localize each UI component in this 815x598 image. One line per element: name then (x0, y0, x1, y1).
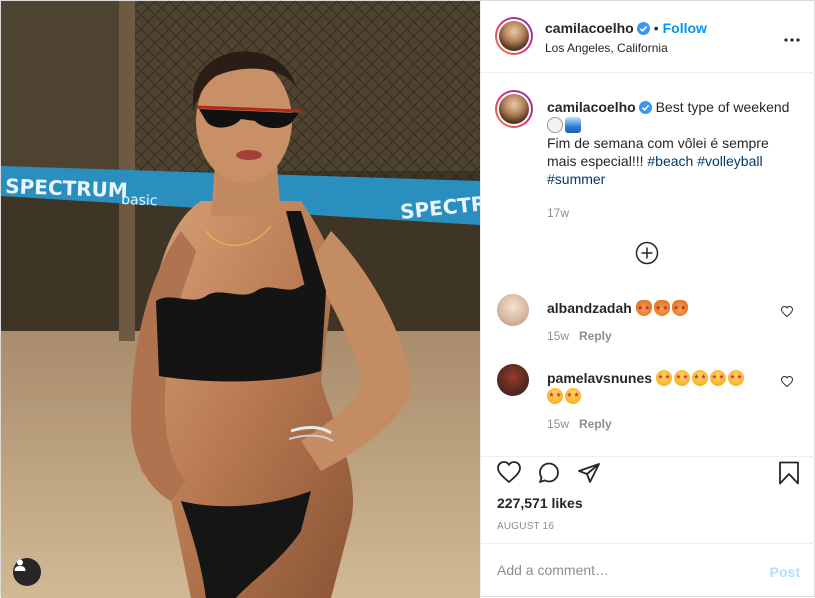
like-button[interactable] (497, 461, 521, 486)
post-details-panel: camilacoelho • Follow Los Angeles, Califor… (480, 1, 815, 598)
tagged-users-button[interactable] (13, 558, 41, 586)
verified-badge-icon (638, 101, 652, 114)
user-icon (14, 559, 26, 571)
commenter-avatar[interactable] (497, 364, 529, 396)
post-photo[interactable]: SPECTRUM basic SPECTRU (1, 1, 480, 598)
bookmark-icon (779, 461, 799, 485)
comment-time[interactable]: 15w (547, 329, 569, 343)
comments-area: camilacoelho Best type of weekend Fim de… (481, 73, 815, 457)
reply-button[interactable]: Reply (579, 329, 612, 343)
more-options-icon (784, 38, 800, 42)
caption-time[interactable]: 17w (547, 204, 797, 222)
hashtag-beach[interactable]: #beach (647, 153, 693, 169)
comment-item: pamelavsnunes 15w Reply (497, 364, 797, 434)
post-location[interactable]: Los Angeles, California (545, 41, 668, 55)
fox-star-eyes-emoji-icon (635, 300, 652, 316)
comment-button[interactable] (537, 461, 561, 488)
author-avatar[interactable] (495, 17, 533, 55)
star-struck-emoji-icon (673, 370, 690, 386)
photo-illustration: SPECTRUM basic SPECTRU (1, 1, 480, 598)
hashtag-summer[interactable]: #summer (547, 171, 605, 187)
star-struck-emoji-icon (547, 388, 563, 404)
star-struck-emoji-icon (655, 370, 672, 386)
comment-username[interactable]: pamelavsnunes (547, 370, 652, 386)
fox-star-eyes-emoji-icon (671, 300, 688, 316)
post-actions: 227,571 likes AUGUST 16 (481, 457, 815, 543)
instagram-post: SPECTRUM basic SPECTRU camilacoelho • Fo… (0, 0, 815, 598)
star-struck-emoji-icon (709, 370, 726, 386)
volleyball-emoji-icon (547, 117, 563, 133)
comment-item: albandzadah 15w Reply (497, 294, 797, 354)
comment-meta: 15w Reply (547, 329, 612, 343)
commenter-avatar[interactable] (497, 294, 529, 326)
comment-bubble-icon (539, 462, 559, 483)
post-header: camilacoelho • Follow Los Angeles, Califor… (481, 1, 815, 73)
comment-username[interactable]: albandzadah (547, 300, 632, 316)
like-comment-button[interactable] (780, 374, 794, 390)
caption-author-avatar[interactable] (495, 90, 533, 128)
likes-count[interactable]: 227,571 likes (497, 495, 583, 511)
like-comment-button[interactable] (780, 304, 794, 320)
comment-text: albandzadah (547, 299, 767, 317)
separator-dot: • (653, 20, 659, 36)
hashtag-volleyball[interactable]: #volleyball (697, 153, 762, 169)
fox-star-eyes-emoji-icon (653, 300, 670, 316)
load-more-comments-button[interactable] (635, 241, 659, 268)
comment-text: pamelavsnunes (547, 369, 767, 405)
star-struck-emoji-icon (565, 388, 581, 404)
comment-meta: 15w Reply (547, 417, 612, 431)
comment-input[interactable] (497, 562, 747, 578)
author-username[interactable]: camilacoelho (545, 20, 634, 36)
heart-icon (497, 461, 521, 484)
post-comment-button[interactable]: Post (770, 564, 800, 580)
more-options-button[interactable] (784, 29, 800, 45)
banner-text-2: basic (121, 192, 158, 209)
post-date[interactable]: AUGUST 16 (497, 521, 554, 532)
share-button[interactable] (577, 461, 601, 488)
caption-text-line1: Best type of weekend (655, 99, 790, 115)
add-comment-bar: Post (481, 543, 815, 598)
comment-time[interactable]: 15w (547, 417, 569, 431)
paper-plane-icon (578, 463, 600, 483)
verified-badge-icon (636, 22, 650, 35)
banner-text-1: SPECTRUM (5, 174, 128, 202)
save-button[interactable] (778, 461, 800, 488)
reply-button[interactable]: Reply (579, 417, 612, 431)
wave-emoji-icon (565, 117, 581, 133)
heart-outline-icon (780, 375, 794, 388)
star-struck-emoji-icon (727, 370, 744, 386)
caption: camilacoelho Best type of weekend Fim de… (547, 98, 797, 222)
follow-button[interactable]: Follow (663, 20, 707, 36)
star-struck-emoji-icon (691, 370, 708, 386)
caption-username[interactable]: camilacoelho (547, 99, 636, 115)
plus-circle-icon (635, 241, 659, 265)
heart-outline-icon (780, 305, 794, 318)
